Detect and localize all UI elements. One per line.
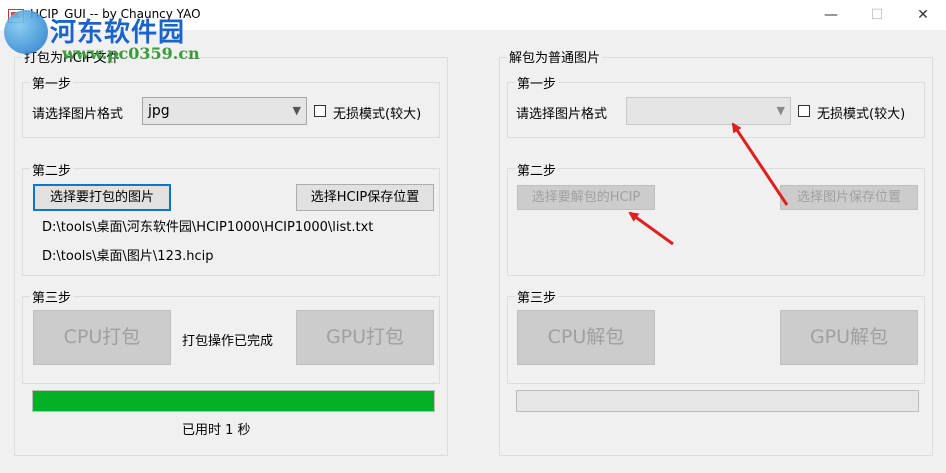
pack-step1-title: 第一步 bbox=[30, 73, 74, 92]
watermark-logo bbox=[4, 10, 48, 54]
select-hcip-save-button[interactable]: 选择HCIP保存位置 bbox=[296, 184, 434, 211]
chevron-down-icon: ▼ bbox=[776, 104, 785, 117]
pack-step3-title: 第三步 bbox=[30, 287, 74, 306]
pack-progress-bar bbox=[32, 390, 435, 412]
pack-status-text: 打包操作已完成 bbox=[182, 334, 274, 349]
gpu-pack-button[interactable]: GPU打包 bbox=[296, 310, 434, 365]
watermark-url: www.pc0359.cn bbox=[62, 44, 200, 63]
minimize-button[interactable]: — bbox=[808, 0, 854, 30]
select-image-save-button[interactable]: 选择图片保存位置 bbox=[780, 185, 918, 210]
unpack-lossless-checkbox[interactable] bbox=[798, 105, 810, 117]
pack-format-select[interactable]: jpg ▼ bbox=[142, 97, 307, 125]
pack-step2-title: 第二步 bbox=[30, 160, 74, 179]
unpack-format-select[interactable]: ▼ bbox=[626, 97, 791, 125]
unpack-progress-bar bbox=[516, 390, 919, 412]
save-path-text: D:\tools\桌面\图片\123.hcip bbox=[42, 249, 214, 264]
select-images-button[interactable]: 选择要打包的图片 bbox=[33, 184, 171, 211]
unpack-panel-title: 解包为普通图片 bbox=[507, 47, 603, 66]
cpu-unpack-button[interactable]: CPU解包 bbox=[517, 310, 655, 365]
unpack-step2-title: 第二步 bbox=[515, 160, 559, 179]
elapsed-time-text: 已用时 1 秒 bbox=[182, 423, 251, 438]
close-button[interactable]: ✕ bbox=[900, 0, 946, 30]
unpack-lossless-label[interactable]: 无损模式(较大) bbox=[817, 103, 905, 122]
pack-format-label: 请选择图片格式 bbox=[32, 107, 124, 122]
pack-progress-fill bbox=[33, 391, 434, 411]
chevron-down-icon: ▼ bbox=[292, 104, 301, 117]
pack-format-value: jpg bbox=[148, 103, 170, 119]
images-path-text: D:\tools\桌面\河东软件园\HCIP1000\HCIP1000\list… bbox=[42, 220, 374, 235]
unpack-format-label: 请选择图片格式 bbox=[516, 107, 608, 122]
cpu-pack-button[interactable]: CPU打包 bbox=[33, 310, 171, 365]
maximize-button[interactable]: ☐ bbox=[854, 0, 900, 30]
gpu-unpack-button[interactable]: GPU解包 bbox=[780, 310, 918, 365]
pack-lossless-checkbox[interactable] bbox=[314, 105, 326, 117]
unpack-step1-title: 第一步 bbox=[515, 73, 559, 92]
pack-lossless-label[interactable]: 无损模式(较大) bbox=[333, 103, 421, 122]
unpack-step3-title: 第三步 bbox=[515, 287, 559, 306]
select-hcip-button[interactable]: 选择要解包的HCIP bbox=[517, 185, 655, 210]
